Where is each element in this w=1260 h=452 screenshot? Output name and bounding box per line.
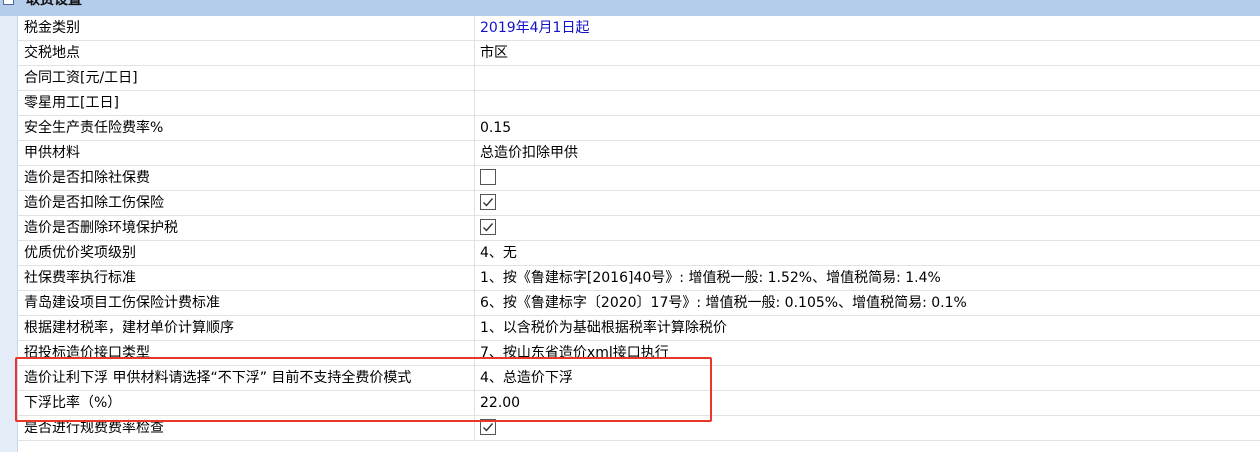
section-title: 取费设置 [26, 0, 82, 8]
property-name: 零星用工[工日] [18, 91, 475, 115]
property-name: 造价是否扣除工伤保险 [18, 191, 475, 215]
property-name: 造价是否扣除社保费 [18, 166, 475, 190]
property-row[interactable]: 根据建材税率，建材单价计算顺序 1、以含税价为基础根据税率计算除税价 [18, 316, 1260, 341]
property-name: 根据建材税率，建材单价计算顺序 [18, 316, 475, 340]
property-name: 青岛建设项目工伤保险计费标准 [18, 291, 475, 315]
property-value[interactable]: 4、总造价下浮 [475, 366, 1260, 390]
property-value-cell[interactable] [475, 191, 1260, 215]
checkmark-icon [483, 423, 494, 432]
property-name: 安全生产责任险费率% [18, 116, 475, 140]
property-value[interactable]: 22.00 [475, 391, 1260, 415]
property-value[interactable]: 7、按山东省造价xml接口执行 [475, 341, 1260, 365]
property-value-cell[interactable] [475, 216, 1260, 240]
property-name: 造价是否删除环境保护税 [18, 216, 475, 240]
checkbox-checked[interactable] [480, 194, 496, 210]
property-grid: 税金类别 2019年4月1日起 交税地点 市区 合同工资[元/工日] 零星用工[工日] 安全… [18, 16, 1260, 441]
checkbox-checked[interactable] [480, 219, 496, 235]
property-value-cell[interactable] [475, 166, 1260, 190]
property-row[interactable]: 甲供材料 总造价扣除甲供 [18, 141, 1260, 166]
property-value[interactable]: 2019年4月1日起 [475, 16, 1260, 40]
property-row[interactable]: 青岛建设项目工伤保险计费标准 6、按《鲁建标字〔2020〕17号》: 增值税一般:… [18, 291, 1260, 316]
property-value[interactable]: 0.15 [475, 116, 1260, 140]
checkmark-icon [483, 223, 494, 232]
property-row[interactable]: 优质优价奖项级别 4、无 [18, 241, 1260, 266]
property-name: 招投标造价接口类型 [18, 341, 475, 365]
property-row[interactable]: 税金类别 2019年4月1日起 [18, 16, 1260, 41]
property-row[interactable]: 造价是否扣除工伤保险 [18, 191, 1260, 216]
property-name: 下浮比率（%） [18, 391, 475, 415]
property-name: 是否进行规费费率检查 [18, 416, 475, 440]
property-value[interactable]: 4、无 [475, 241, 1260, 265]
property-value[interactable]: 1、按《鲁建标字[2016]40号》: 增值税一般: 1.52%、增值税简易: … [475, 266, 1260, 290]
checkmark-icon [483, 198, 494, 207]
property-name: 优质优价奖项级别 [18, 241, 475, 265]
checkbox-unchecked[interactable] [480, 169, 496, 185]
property-row[interactable]: 造价让利下浮 甲供材料请选择“不下浮” 目前不支持全费价模式 4、总造价下浮 [18, 366, 1260, 391]
property-value[interactable]: 市区 [475, 41, 1260, 65]
property-name: 税金类别 [18, 16, 475, 40]
property-row[interactable]: 招投标造价接口类型 7、按山东省造价xml接口执行 [18, 341, 1260, 366]
property-name: 造价让利下浮 甲供材料请选择“不下浮” 目前不支持全费价模式 [18, 366, 475, 390]
collapse-toggle-icon[interactable] [3, 0, 14, 5]
property-value[interactable] [475, 91, 1260, 115]
property-row[interactable]: 造价是否删除环境保护税 [18, 216, 1260, 241]
section-header[interactable]: 取费设置 [0, 0, 1260, 16]
property-value[interactable]: 1、以含税价为基础根据税率计算除税价 [475, 316, 1260, 340]
property-name: 合同工资[元/工日] [18, 66, 475, 90]
property-row[interactable]: 是否进行规费费率检查 [18, 416, 1260, 441]
property-row[interactable]: 零星用工[工日] [18, 91, 1260, 116]
property-name: 社保费率执行标准 [18, 266, 475, 290]
property-name: 交税地点 [18, 41, 475, 65]
property-row[interactable]: 合同工资[元/工日] [18, 66, 1260, 91]
property-row[interactable]: 造价是否扣除社保费 [18, 166, 1260, 191]
property-value-cell[interactable] [475, 416, 1260, 440]
property-row[interactable]: 交税地点 市区 [18, 41, 1260, 66]
row-gutter [0, 16, 18, 452]
property-value[interactable]: 6、按《鲁建标字〔2020〕17号》: 增值税一般: 0.105%、增值税简易:… [475, 291, 1260, 315]
property-name: 甲供材料 [18, 141, 475, 165]
checkbox-checked[interactable] [480, 419, 496, 435]
property-value[interactable] [475, 66, 1260, 90]
property-row[interactable]: 下浮比率（%） 22.00 [18, 391, 1260, 416]
property-value[interactable]: 总造价扣除甲供 [475, 141, 1260, 165]
property-row[interactable]: 安全生产责任险费率% 0.15 [18, 116, 1260, 141]
property-row[interactable]: 社保费率执行标准 1、按《鲁建标字[2016]40号》: 增值税一般: 1.52%… [18, 266, 1260, 291]
